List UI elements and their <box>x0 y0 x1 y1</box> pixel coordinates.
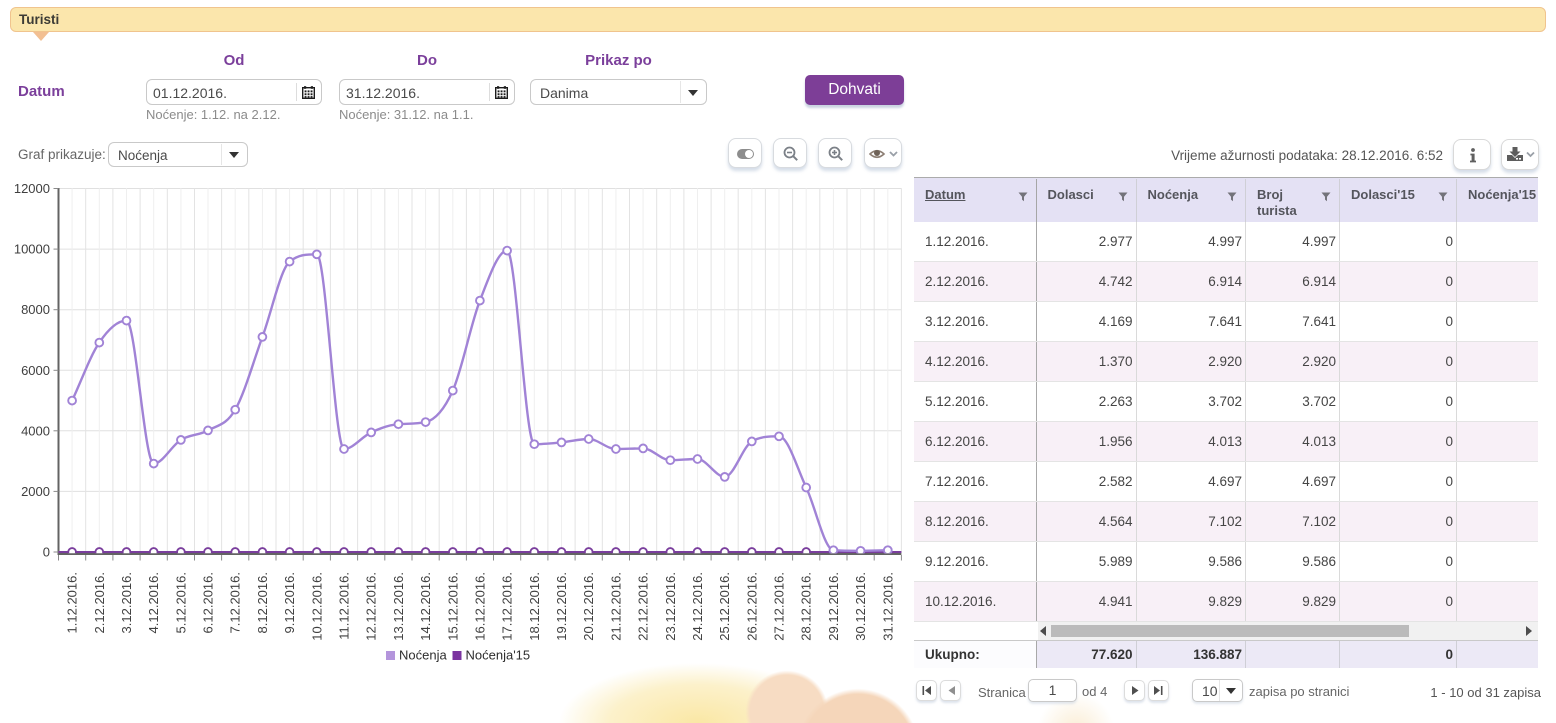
svg-text:24.12.2016.: 24.12.2016. <box>690 572 705 641</box>
svg-text:31.12.2016.: 31.12.2016. <box>880 572 895 641</box>
svg-text:28.12.2016.: 28.12.2016. <box>799 572 814 641</box>
svg-text:1.12.2016.: 1.12.2016. <box>65 572 80 633</box>
svg-text:7.12.2016.: 7.12.2016. <box>228 572 243 633</box>
svg-text:12.12.2016.: 12.12.2016. <box>364 572 379 641</box>
svg-text:6000: 6000 <box>21 363 50 378</box>
svg-text:26.12.2016.: 26.12.2016. <box>744 572 759 641</box>
svg-text:29.12.2016.: 29.12.2016. <box>826 572 841 641</box>
svg-text:23.12.2016.: 23.12.2016. <box>663 572 678 641</box>
svg-text:8000: 8000 <box>21 302 50 317</box>
svg-text:18.12.2016.: 18.12.2016. <box>527 572 542 641</box>
svg-text:10000: 10000 <box>14 242 50 257</box>
svg-text:6.12.2016.: 6.12.2016. <box>201 572 216 633</box>
svg-text:14.12.2016.: 14.12.2016. <box>418 572 433 641</box>
svg-text:10.12.2016.: 10.12.2016. <box>309 572 324 641</box>
svg-text:Noćenja: Noćenja <box>399 648 447 663</box>
svg-text:17.12.2016.: 17.12.2016. <box>500 572 515 641</box>
svg-text:0: 0 <box>43 545 50 560</box>
svg-text:13.12.2016.: 13.12.2016. <box>391 572 406 641</box>
svg-text:2000: 2000 <box>21 484 50 499</box>
svg-text:15.12.2016.: 15.12.2016. <box>445 572 460 641</box>
svg-text:22.12.2016.: 22.12.2016. <box>636 572 651 641</box>
svg-text:Noćenja'15: Noćenja'15 <box>466 648 531 663</box>
svg-text:9.12.2016.: 9.12.2016. <box>282 572 297 633</box>
svg-text:25.12.2016.: 25.12.2016. <box>717 572 732 641</box>
svg-text:27.12.2016.: 27.12.2016. <box>772 572 787 641</box>
svg-text:4.12.2016.: 4.12.2016. <box>146 572 161 633</box>
svg-text:8.12.2016.: 8.12.2016. <box>255 572 270 633</box>
svg-text:21.12.2016.: 21.12.2016. <box>608 572 623 641</box>
svg-text:20.12.2016.: 20.12.2016. <box>581 572 596 641</box>
svg-text:30.12.2016.: 30.12.2016. <box>853 572 868 641</box>
svg-text:2.12.2016.: 2.12.2016. <box>92 572 107 633</box>
svg-text:5.12.2016.: 5.12.2016. <box>173 572 188 633</box>
svg-text:3.12.2016.: 3.12.2016. <box>119 572 134 633</box>
svg-text:19.12.2016.: 19.12.2016. <box>554 572 569 641</box>
svg-text:16.12.2016.: 16.12.2016. <box>472 572 487 641</box>
svg-text:4000: 4000 <box>21 423 50 438</box>
svg-text:11.12.2016.: 11.12.2016. <box>337 572 352 640</box>
svg-text:12000: 12000 <box>14 181 50 196</box>
